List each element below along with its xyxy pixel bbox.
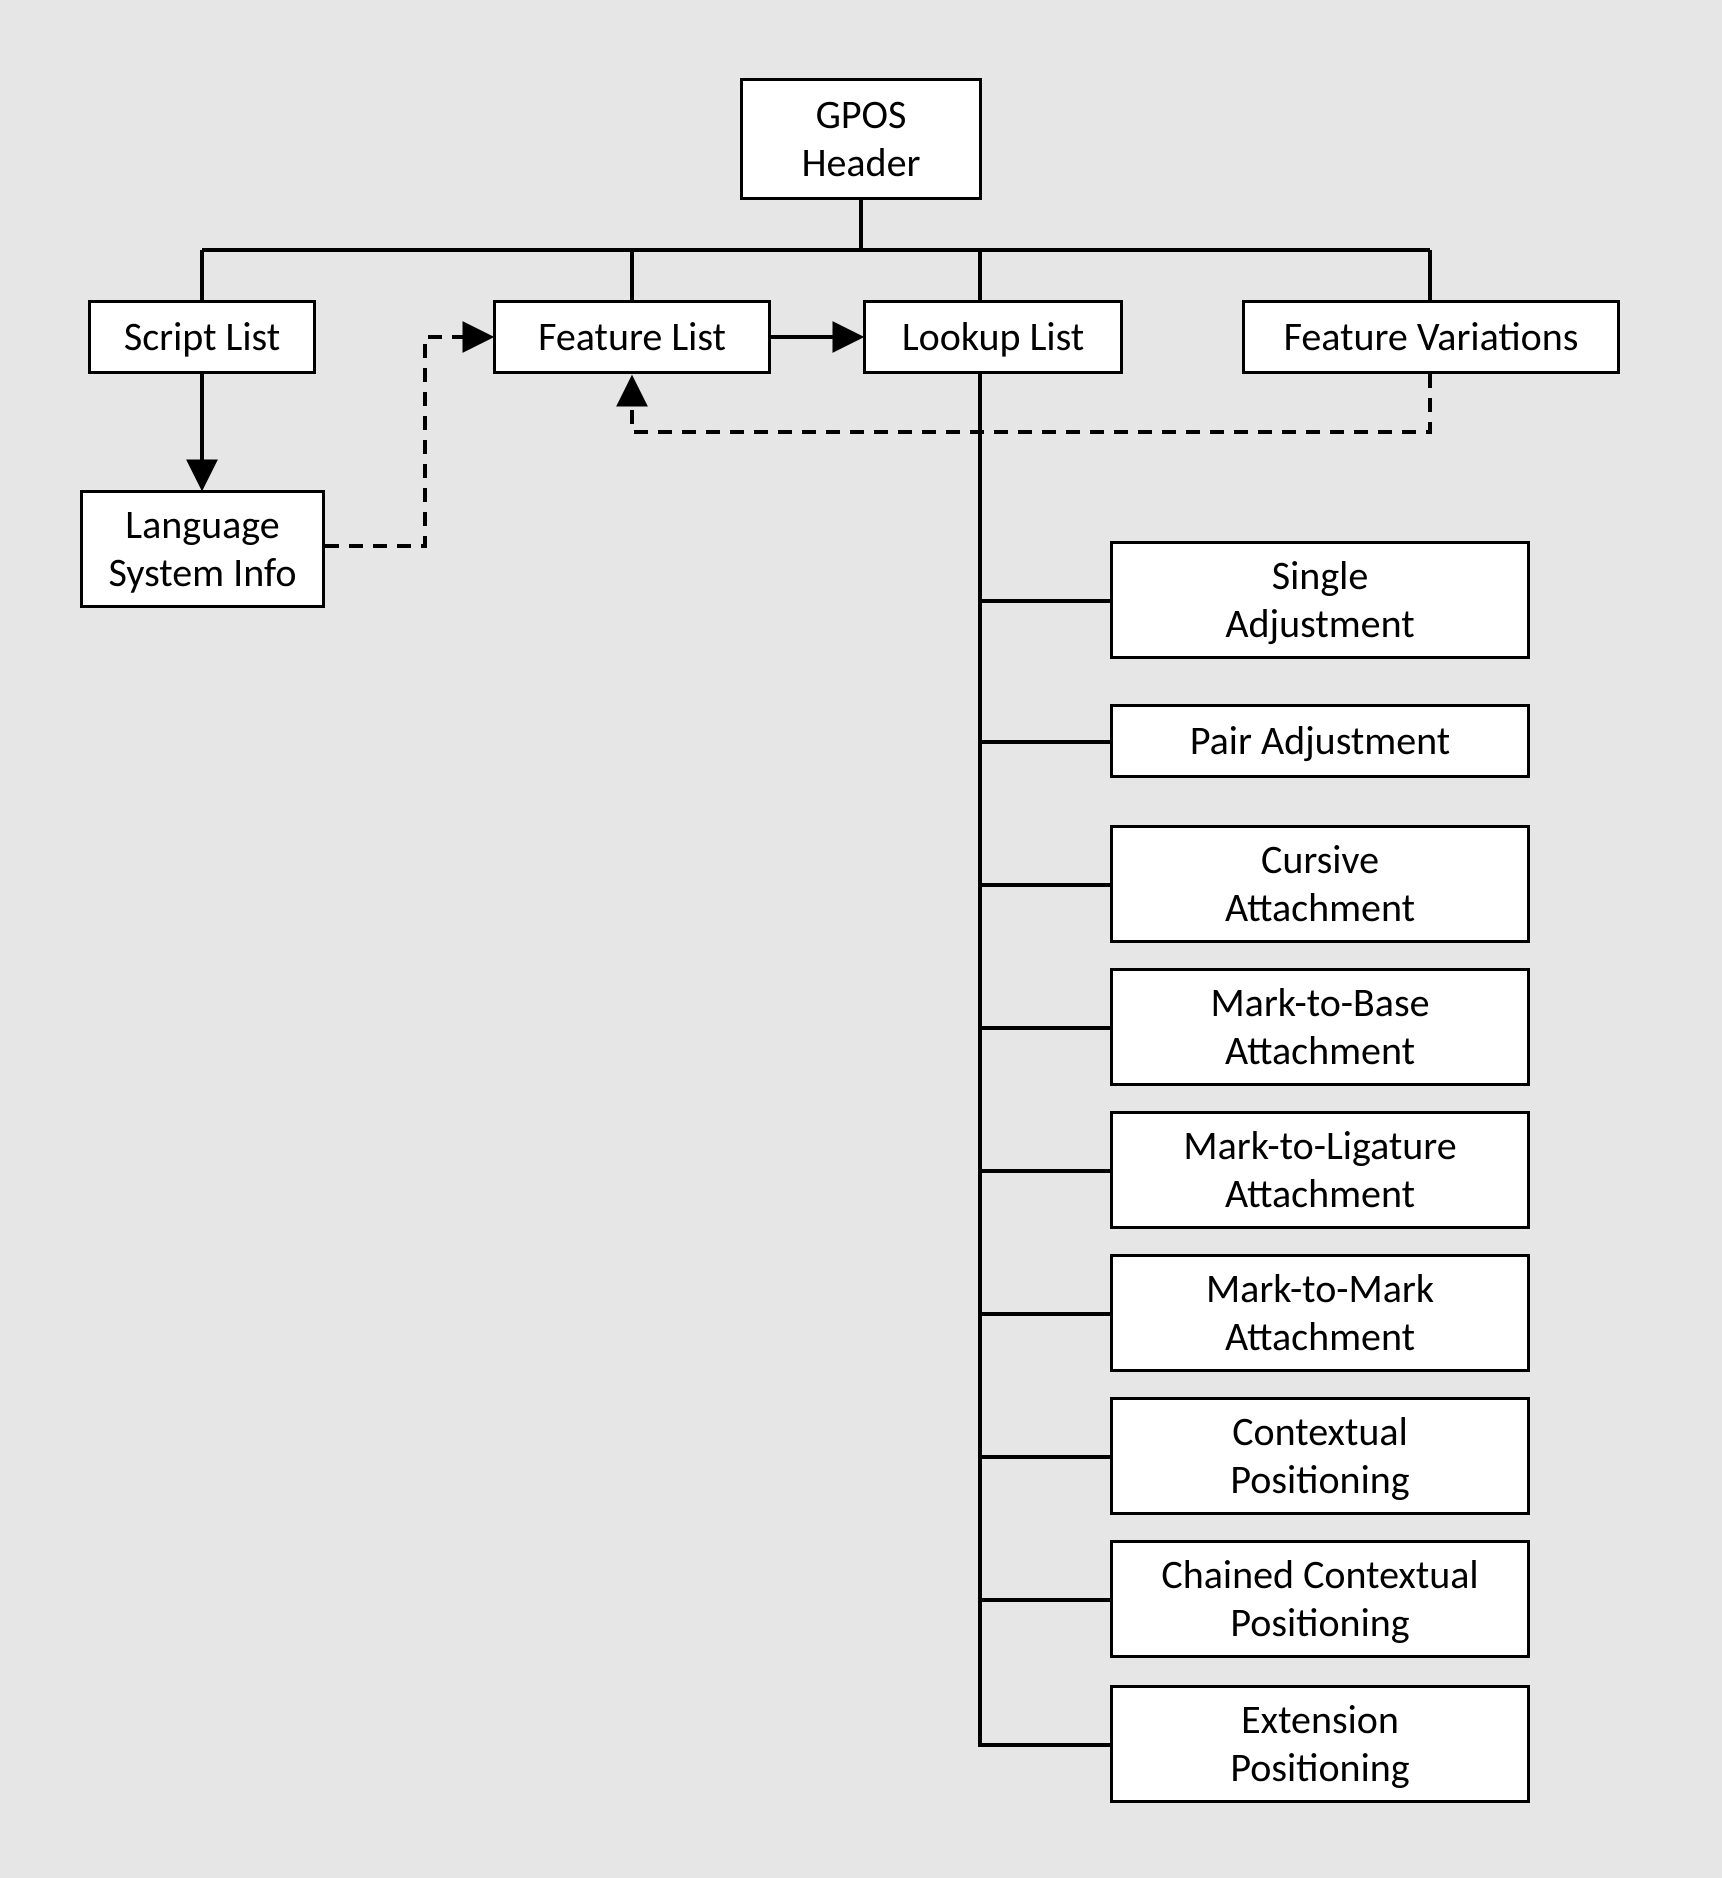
node-lookup-cursive-attachment: Cursive Attachment [1110,825,1530,943]
node-language-system-info: Language System Info [80,490,325,608]
node-lookup-mark-to-ligature: Mark-to-Ligature Attachment [1110,1111,1530,1229]
node-feature-variations: Feature Variations [1242,300,1620,374]
node-lookup-mark-to-base: Mark-to-Base Attachment [1110,968,1530,1086]
node-lookup-contextual-positioning: Contextual Positioning [1110,1397,1530,1515]
node-gpos-header: GPOS Header [740,78,982,200]
node-feature-list: Feature List [493,300,771,374]
node-script-list: Script List [88,300,316,374]
node-lookup-list: Lookup List [863,300,1123,374]
node-lookup-chained-contextual-positioning: Chained Contextual Positioning [1110,1540,1530,1658]
node-lookup-single-adjustment: Single Adjustment [1110,541,1530,659]
node-lookup-pair-adjustment: Pair Adjustment [1110,704,1530,778]
node-lookup-extension-positioning: Extension Positioning [1110,1685,1530,1803]
diagram-canvas: GPOS Header Script List Feature List Loo… [0,0,1722,1878]
node-lookup-mark-to-mark: Mark-to-Mark Attachment [1110,1254,1530,1372]
